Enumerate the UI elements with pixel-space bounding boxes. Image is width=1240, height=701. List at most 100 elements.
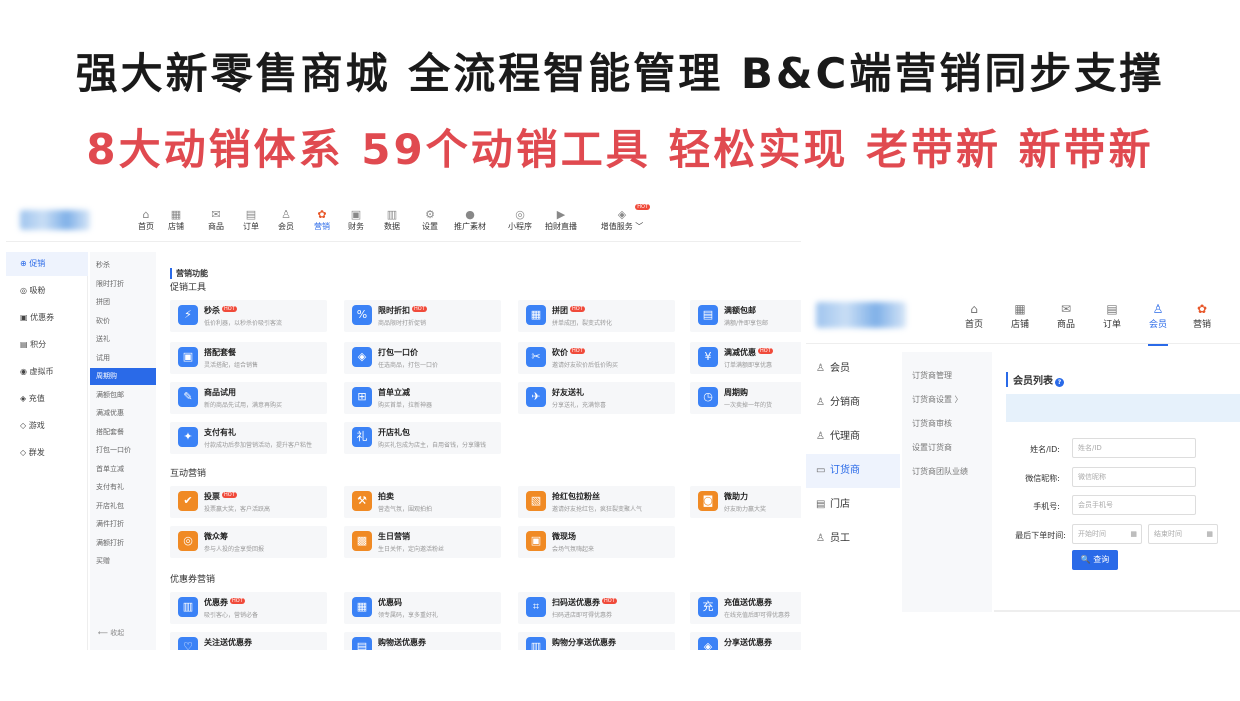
subnav-item-4[interactable]: 订货商团队业绩	[912, 466, 968, 477]
feature-title: 拼团 HOT	[552, 305, 585, 316]
feature-card[interactable]: ✦ 支付有礼 付款成功后参加营销活动，提升客户粘性	[170, 422, 327, 454]
feature-title: 好友送礼	[552, 387, 584, 398]
nav-item-5[interactable]: ✿ 营销	[1184, 302, 1220, 330]
sidebar-item-4[interactable]: ▤ 门店	[806, 488, 900, 522]
nav-item-1[interactable]: ▦ 店铺	[156, 208, 196, 232]
sidebar-item-0[interactable]: ⊕ 促销	[6, 252, 88, 276]
nav-item-12[interactable]: ◈ 增值服务 ﹀ HOT	[592, 204, 652, 232]
feature-card[interactable]: ▥ 优惠券 HOT 吸引客心，营销必备	[170, 592, 327, 624]
nav-item-0[interactable]: ⌂ 首页	[956, 302, 992, 330]
feature-card[interactable]: ▦ 优惠码 领专属码，享多重好礼	[344, 592, 501, 624]
subnav-item-9[interactable]: 搭配套餐	[90, 424, 156, 441]
feature-card[interactable]: ✎ 商品试用 新的商品先试用，满意再购买	[170, 382, 327, 414]
sidebar-item-6[interactable]: ◇ 游戏	[6, 414, 88, 438]
feature-card[interactable]: 礼开店礼包 购买礼包成为店主，自用省钱，分享赚钱	[344, 422, 501, 454]
feature-card[interactable]: ▦ 拼团 HOT 拼单成团，裂变式转化	[518, 300, 675, 332]
feature-card[interactable]: ✔ 投票 HOT 投票赢大奖，客户活跃高	[170, 486, 327, 518]
subnav-item-1[interactable]: 限时打折	[90, 276, 156, 293]
nav-item-4[interactable]: ♙ 会员	[1140, 302, 1176, 346]
feature-card[interactable]: ▣ 搭配套餐 灵活搭配，组合销售	[170, 342, 327, 374]
feature-title: 微现场	[552, 531, 576, 542]
sidebar-label: 促销	[29, 259, 46, 268]
subnav-item-2[interactable]: 拼团	[90, 294, 156, 311]
end-time-input[interactable]: 结束时间 ▦	[1148, 524, 1218, 544]
nav-item-11[interactable]: ▶ 拍财直播	[541, 208, 581, 232]
sidebar-item-5[interactable]: ◈ 充值	[6, 387, 88, 411]
nav-item-9[interactable]: ● 推广素材	[450, 208, 490, 232]
subnav-item-0[interactable]: 订货商管理	[912, 370, 952, 381]
subnav-item-1[interactable]: 订货商设置 〉	[912, 394, 963, 405]
subnav-item-5[interactable]: 试用	[90, 350, 156, 367]
feature-card[interactable]: ✈ 好友送礼 分享送礼，充满惊喜	[518, 382, 675, 414]
小程序-icon: ◎	[515, 208, 525, 221]
nav-item-7[interactable]: ▥ 数据	[372, 208, 412, 232]
feature-card[interactable]: ⚒ 拍卖 营造气氛，围观拍拍	[344, 486, 501, 518]
subnav-item-6[interactable]: 周期购	[90, 368, 156, 385]
sidebar-item-3[interactable]: ▤ 积分	[6, 333, 88, 357]
subnav-item-12[interactable]: 支付有礼	[90, 479, 156, 496]
nav-item-3[interactable]: ▤ 订单	[231, 208, 271, 232]
nav-item-4[interactable]: ♙ 会员	[266, 208, 306, 232]
sidebar-item-3[interactable]: ▭ 订货商	[806, 454, 900, 488]
subnav-item-15[interactable]: 满额打折	[90, 535, 156, 552]
feature-card[interactable]: ▣ 微现场 会场气氛嗨起来	[518, 526, 675, 558]
sidebar-item-0[interactable]: ♙ 会员	[806, 352, 900, 386]
feature-title-text: 微现场	[552, 532, 576, 541]
feature-card[interactable]: % 限时折扣 HOT 商品限时打折促销	[344, 300, 501, 332]
feature-card[interactable]: ✂ 砍价 HOT 邀请好友砍价后低价购买	[518, 342, 675, 374]
subnav-item-10[interactable]: 打包一口价	[90, 442, 156, 459]
subnav-item-0[interactable]: 秒杀	[90, 257, 156, 274]
name-input[interactable]: 姓名/ID	[1072, 438, 1196, 458]
feature-card[interactable]: ⚡ 秒杀 HOT 低价利器，以秒杀价吸引客流	[170, 300, 327, 332]
subnav-item-3[interactable]: 设置订货商	[912, 442, 952, 453]
feature-card[interactable]: ◷ 周期购 一次卖掉一年的货	[690, 382, 801, 414]
subnav-item-4[interactable]: 送礼	[90, 331, 156, 348]
subnav-item-16[interactable]: 买赠	[90, 553, 156, 570]
collapse-button[interactable]: ⟵ 收起	[98, 628, 124, 638]
sidebar-item-1[interactable]: ◎ 吸粉	[6, 279, 88, 303]
nav-item-6[interactable]: ▣ 财务	[336, 208, 376, 232]
help-icon[interactable]: ?	[1055, 378, 1064, 387]
feature-card[interactable]: ⌗ 扫码送优惠券 HOT 扫码进店即可得优惠券	[518, 592, 675, 624]
feature-card[interactable]: 充充值送优惠券 在线充值后即可得优惠券	[690, 592, 801, 624]
subnav-item-7[interactable]: 满额包邮	[90, 387, 156, 404]
feature-card[interactable]: ◙ 微助力 好友助力赢大奖	[690, 486, 801, 518]
nav-item-2[interactable]: ✉ 商品	[1048, 302, 1084, 330]
nav-item-1[interactable]: ▦ 店铺	[1002, 302, 1038, 330]
feature-card[interactable]: ◈ 打包一口价 任选商品，打包一口价	[344, 342, 501, 374]
feature-card[interactable]: ▩ 生日营销 生日关怀，定向邀活粉丝	[344, 526, 501, 558]
subnav-item-8[interactable]: 满减优惠	[90, 405, 156, 422]
nav-item-2[interactable]: ✉ 商品	[196, 208, 236, 232]
feature-card[interactable]: ▧ 抢红包拉粉丝 邀请好友抢红包，疯狂裂变聚人气	[518, 486, 675, 518]
subnav-item-13[interactable]: 开店礼包	[90, 498, 156, 515]
feature-card[interactable]: ◈ 分享送优惠券	[690, 632, 801, 650]
feature-desc: 吸引客心，营销必备	[204, 612, 259, 619]
feature-card[interactable]: ◎ 微众筹 参与人投的金享受回报	[170, 526, 327, 558]
phone-input[interactable]: 会员手机号	[1072, 495, 1196, 515]
nav-label: 财务	[348, 222, 364, 231]
feature-card[interactable]: ▥ 购物分享送优惠券	[518, 632, 675, 650]
nav-item-10[interactable]: ◎ 小程序	[500, 208, 540, 232]
subnav-item-3[interactable]: 砍价	[90, 313, 156, 330]
nav-item-3[interactable]: ▤ 订单	[1094, 302, 1130, 330]
feature-card[interactable]: ▤ 满额包邮 满额/件即享包邮	[690, 300, 801, 332]
sidebar-item-1[interactable]: ♙ 分销商	[806, 386, 900, 420]
feature-card[interactable]: ⊞ 首单立减 购买首单，拉新神器	[344, 382, 501, 414]
sidebar-item-7[interactable]: ◇ 群发	[6, 441, 88, 465]
query-button[interactable]: 🔍 查询	[1072, 550, 1118, 570]
sidebar-item-4[interactable]: ◉ 虚拟币	[6, 360, 88, 384]
sidebar-item-2[interactable]: ▣ 优惠券	[6, 306, 88, 330]
nickname-input[interactable]: 微信昵称	[1072, 467, 1196, 487]
feature-card[interactable]: ♡ 关注送优惠券	[170, 632, 327, 650]
sidebar-item-2[interactable]: ♙ 代理商	[806, 420, 900, 454]
start-time-input[interactable]: 开始时间 ▦	[1072, 524, 1142, 544]
nav-item-8[interactable]: ⚙ 设置	[410, 208, 450, 232]
subnav-item-2[interactable]: 订货商审核	[912, 418, 952, 429]
subnav-item-11[interactable]: 首单立减	[90, 461, 156, 478]
sidebar-item-5[interactable]: ♙ 员工	[806, 522, 900, 556]
divider	[994, 610, 1240, 612]
subnav-item-14[interactable]: 满件打折	[90, 516, 156, 533]
feature-card[interactable]: ¥ 满减优惠 HOT 订单满额即享优惠	[690, 342, 801, 374]
nav-label: 会员	[278, 222, 294, 231]
feature-card[interactable]: ▤ 购物送优惠券	[344, 632, 501, 650]
